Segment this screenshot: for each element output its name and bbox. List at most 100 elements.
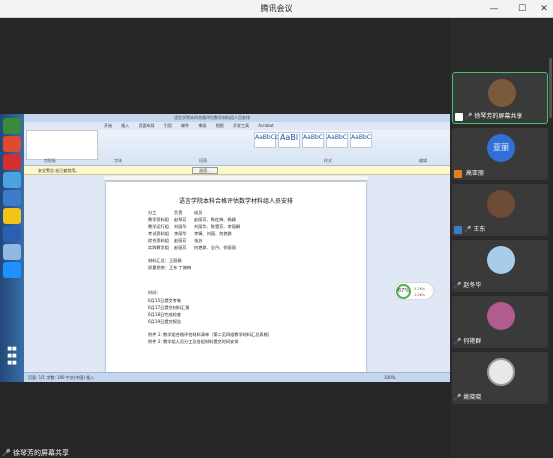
clipboard-area — [26, 130, 98, 160]
avatar — [487, 190, 515, 218]
maximize-icon[interactable]: ☐ — [515, 2, 529, 16]
browser-icon[interactable] — [3, 172, 21, 188]
participant-tile[interactable]: 🎤 赵冬华 — [452, 240, 548, 292]
table-row: 教学运行组 刘丽华 刘丽华、陈雪芳、李丽娟 — [148, 224, 241, 229]
mic-muted-icon: 🎤 — [454, 338, 462, 345]
word-title: 语言学院本科合格评估数学材料组人员安排 — [24, 114, 450, 122]
avatar — [487, 302, 515, 330]
doc-line: 6月18日完成检查 — [148, 312, 182, 317]
zoom-level: 100% — [384, 375, 396, 380]
app-icon[interactable] — [3, 136, 21, 152]
mic-icon: 🎤 — [2, 449, 11, 457]
pdf-icon[interactable] — [3, 154, 21, 170]
table-row: 教学资料组 赵琴芳 赵丽芳、陈红梅、杨婧 — [148, 217, 236, 222]
taskbar-clock: ■■ ■■ ■■ — [7, 346, 17, 366]
group-clipboard: 剪贴板 — [44, 158, 56, 163]
participant-tile[interactable]: 亚丽 高亚丽 — [452, 128, 548, 180]
avatar — [487, 246, 515, 274]
mic-icon: 🎤 — [464, 226, 472, 233]
tab-layout[interactable]: 页面布局 — [139, 123, 155, 128]
participant-tile[interactable]: 🎤 徐琴芳的屏幕共享 — [452, 72, 548, 124]
close-icon[interactable]: ✕ — [537, 2, 551, 16]
shared-screen-stage: ■■ ■■ ■■ 语言学院本科合格评估数学材料组人员安排 开始 插入 页面布局 引用… — [0, 18, 450, 458]
table-row: 综合资料组 赵丽芳 张苏 — [148, 238, 203, 243]
security-warning-text: 安全警告 宏已被禁用。 — [38, 168, 80, 173]
participants-panel: 🎤 徐琴芳的屏幕共享 亚丽 高亚丽 🎤 王东 🎤 赵冬华 🎤 何艳群 🎤 姚晓晓 — [450, 18, 553, 458]
screen-share-icon — [455, 112, 463, 121]
host-icon — [454, 169, 462, 178]
style-subtitle[interactable]: AaBbC — [350, 132, 372, 148]
participant-name: 赵冬华 — [463, 282, 482, 289]
participant-name: 徐琴芳的屏幕共享 — [474, 113, 523, 120]
doc-line: 质量把关：王东 丁婉梅 — [148, 265, 192, 270]
document-page: 语言学院本科合格评估数学材料组人员安排 分工 负责 成员 教学资料组 赵琴芳 赵丽芳、陈… — [106, 182, 366, 372]
doc-line: 附件 2: 教学组人员分工及各组材料提交时间安排 — [148, 339, 239, 344]
screen-share-caption: 🎤 徐琴芳的屏幕共享 — [2, 448, 69, 458]
app-icon[interactable] — [3, 190, 21, 206]
word-window: 语言学院本科合格评估数学材料组人员安排 开始 插入 页面布局 引用 邮件 审阅 … — [24, 114, 450, 382]
options-button[interactable]: 选项... — [192, 167, 218, 174]
doc-line: 6月15日提交考卷 — [148, 298, 182, 303]
tab-developer[interactable]: 开发工具 — [233, 123, 249, 128]
gauge-value: 67% — [396, 284, 411, 299]
upload-speed: 0.2K/s — [414, 287, 425, 291]
table-header: 分工 负责 成员 — [148, 210, 203, 215]
status-text: 页面: 1/1 字数: 190 中文(中国) 插入 — [28, 375, 95, 380]
shared-screen: ■■ ■■ ■■ 语言学院本科合格评估数学材料组人员安排 开始 插入 页面布局 引用… — [0, 114, 450, 382]
table-row: 考试资料组 李丽华 李娟、刘丽、何艳群 — [148, 231, 232, 236]
download-speed: 1.0K/s — [414, 293, 425, 297]
window-title: 腾讯会议 — [260, 4, 293, 13]
security-warning-bar: 安全警告 宏已被禁用。 选项... — [24, 166, 450, 175]
doc-line: 6月17日提交材料汇报 — [148, 305, 190, 310]
style-title[interactable]: AaBbC — [326, 132, 348, 148]
app-icon[interactable] — [3, 262, 21, 278]
tab-home[interactable]: 开始 — [104, 123, 112, 128]
word-icon[interactable] — [3, 226, 21, 242]
tab-insert[interactable]: 插入 — [121, 123, 129, 128]
mic-muted-icon: 🎤 — [454, 394, 462, 401]
participant-tile[interactable]: 🎤 王东 — [452, 184, 548, 236]
tab-view[interactable]: 视图 — [216, 123, 224, 128]
network-gauge[interactable]: 67% 0.2K/s 1.0K/s — [394, 282, 434, 300]
participant-name: 姚晓晓 — [463, 394, 482, 401]
word-statusbar: 页面: 1/1 字数: 190 中文(中国) 插入 100% — [24, 372, 450, 382]
tab-review[interactable]: 审阅 — [198, 123, 206, 128]
minimize-icon[interactable]: — — [487, 2, 501, 16]
ruler — [104, 176, 368, 181]
panel-scrollbar[interactable] — [549, 58, 552, 118]
tab-mailings[interactable]: 邮件 — [181, 123, 189, 128]
style-normal[interactable]: AaBbCcDc — [254, 132, 286, 148]
doc-line: 附件 1: 数学组合格评估材料清单（第二至四组教学材料汇总表格） — [148, 332, 272, 337]
windows-taskbar: ■■ ■■ ■■ — [0, 114, 24, 382]
ribbon-tabs: 开始 插入 页面布局 引用 邮件 审阅 视图 开发工具 Acrobat — [104, 122, 282, 130]
doc-line: 材料汇总：王丽娟 — [148, 258, 182, 263]
avatar — [487, 358, 515, 386]
participant-tile[interactable]: 🎤 何艳群 — [452, 296, 548, 348]
participant-name: 王东 — [473, 226, 486, 233]
mic-icon: 🎤 — [465, 113, 473, 120]
group-styles: 样式 — [324, 158, 332, 163]
start-icon[interactable] — [3, 118, 21, 134]
folder-icon[interactable] — [3, 208, 21, 224]
document-title: 语言学院本科合格评估数学材料组人员安排 — [178, 198, 293, 205]
share-caption-text: 徐琴芳的屏幕共享 — [12, 449, 69, 457]
avatar — [488, 79, 516, 107]
group-editing: 编辑 — [419, 158, 427, 163]
style-heading1[interactable]: AaBl — [278, 132, 300, 148]
table-row: 实践教学组 赵丽芳 何艳群、全丹、徐丽丽 — [148, 245, 236, 250]
app-icon[interactable] — [3, 244, 21, 260]
doc-line: 时间： — [148, 290, 161, 295]
participant-tile[interactable]: 🎤 姚晓晓 — [452, 352, 548, 404]
tab-references[interactable]: 引用 — [164, 123, 172, 128]
style-heading2[interactable]: AaBbC — [302, 132, 324, 148]
tab-acrobat[interactable]: Acrobat — [258, 123, 273, 128]
ribbon: AaBbCcDc AaBl AaBbC AaBbC AaBbC 剪贴板 字体 段… — [24, 130, 450, 166]
group-paragraph: 段落 — [199, 158, 207, 163]
group-font: 字体 — [114, 158, 122, 163]
participant-name: 何艳群 — [463, 338, 482, 345]
cohost-icon — [454, 225, 462, 234]
mic-muted-icon: 🎤 — [454, 282, 462, 289]
participant-name: 高亚丽 — [465, 170, 484, 177]
doc-line: 6月19日提交报告 — [148, 319, 182, 324]
avatar: 亚丽 — [487, 134, 515, 162]
